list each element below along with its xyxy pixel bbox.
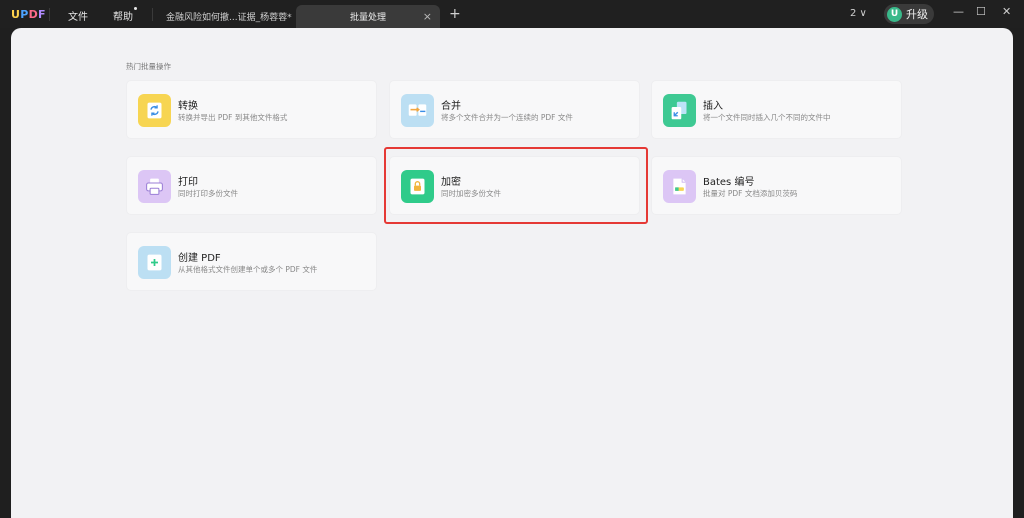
create-pdf-icon <box>138 246 171 279</box>
card-desc: 转换并导出 PDF 到其他文件格式 <box>178 113 288 122</box>
card-title: 转换 <box>178 101 198 112</box>
card-insert[interactable]: 插入 将一个文件同时插入几个不同的文件中 <box>651 80 902 139</box>
logo-f: F <box>38 8 46 21</box>
updf-logo[interactable]: UPDF <box>11 8 46 21</box>
divider <box>152 8 153 21</box>
card-desc: 从其他格式文件创建单个或多个 PDF 文件 <box>178 265 318 274</box>
convert-icon <box>138 94 171 127</box>
avatar: U <box>887 6 902 22</box>
card-bates[interactable]: Bates 编号 批量对 PDF 文档添加贝茨码 <box>651 156 902 215</box>
tab-label: 批量处理 <box>349 13 386 23</box>
batch-panel: 热门批量操作 转换 转换并导出 PDF 到其他文件格式 合并 将多个文件合并为一… <box>11 28 1013 518</box>
help-notification-dot <box>134 7 137 10</box>
card-desc: 同时打印多份文件 <box>178 189 238 198</box>
logo-u: U <box>11 8 21 21</box>
card-title: 打印 <box>178 177 198 188</box>
card-desc: 批量对 PDF 文档添加贝茨码 <box>703 189 798 198</box>
logo-p: P <box>20 8 29 21</box>
tab-batch[interactable]: 批量处理 × <box>296 5 440 28</box>
close-tab-icon[interactable]: × <box>423 10 432 23</box>
tab-document[interactable]: 金融风险如何撤...证据_杨蓉蓉* <box>160 5 295 28</box>
upgrade-button[interactable]: U 升级 <box>884 4 934 24</box>
new-tab-button[interactable]: + <box>449 6 461 22</box>
card-title: 合并 <box>441 101 461 112</box>
card-print[interactable]: 打印 同时打印多份文件 <box>126 156 377 215</box>
maximize-icon[interactable]: ☐ <box>976 5 986 18</box>
card-desc: 将一个文件同时插入几个不同的文件中 <box>703 113 831 122</box>
insert-icon <box>663 94 696 127</box>
logo-d: D <box>28 8 39 21</box>
card-merge[interactable]: 合并 将多个文件合并为一个连续的 PDF 文件 <box>389 80 640 139</box>
bates-icon <box>663 170 696 203</box>
merge-icon <box>401 94 434 127</box>
print-icon <box>138 170 171 203</box>
section-title: 热门批量操作 <box>126 62 171 71</box>
card-create-pdf[interactable]: 创建 PDF 从其他格式文件创建单个或多个 PDF 文件 <box>126 232 377 291</box>
card-title: Bates 编号 <box>703 177 755 188</box>
menu-help[interactable]: 帮助 <box>113 8 133 23</box>
card-convert[interactable]: 转换 转换并导出 PDF 到其他文件格式 <box>126 80 377 139</box>
upgrade-label: 升级 <box>906 8 928 21</box>
tab-label: 金融风险如何撤...证据_杨蓉蓉* <box>166 13 292 23</box>
divider <box>49 8 50 21</box>
title-bar: UPDF 文件 帮助 金融风险如何撤...证据_杨蓉蓉* 批量处理 × + 2 … <box>0 0 1024 28</box>
minimize-icon[interactable]: — <box>953 5 964 18</box>
close-window-icon[interactable]: ✕ <box>1002 5 1011 18</box>
card-title: 创建 PDF <box>178 253 221 264</box>
menu-file[interactable]: 文件 <box>68 8 88 23</box>
card-title: 插入 <box>703 101 723 112</box>
highlight-box <box>384 147 648 224</box>
card-desc: 将多个文件合并为一个连续的 PDF 文件 <box>441 113 573 122</box>
page-select-dropdown[interactable]: 2 ∨ <box>850 8 867 19</box>
